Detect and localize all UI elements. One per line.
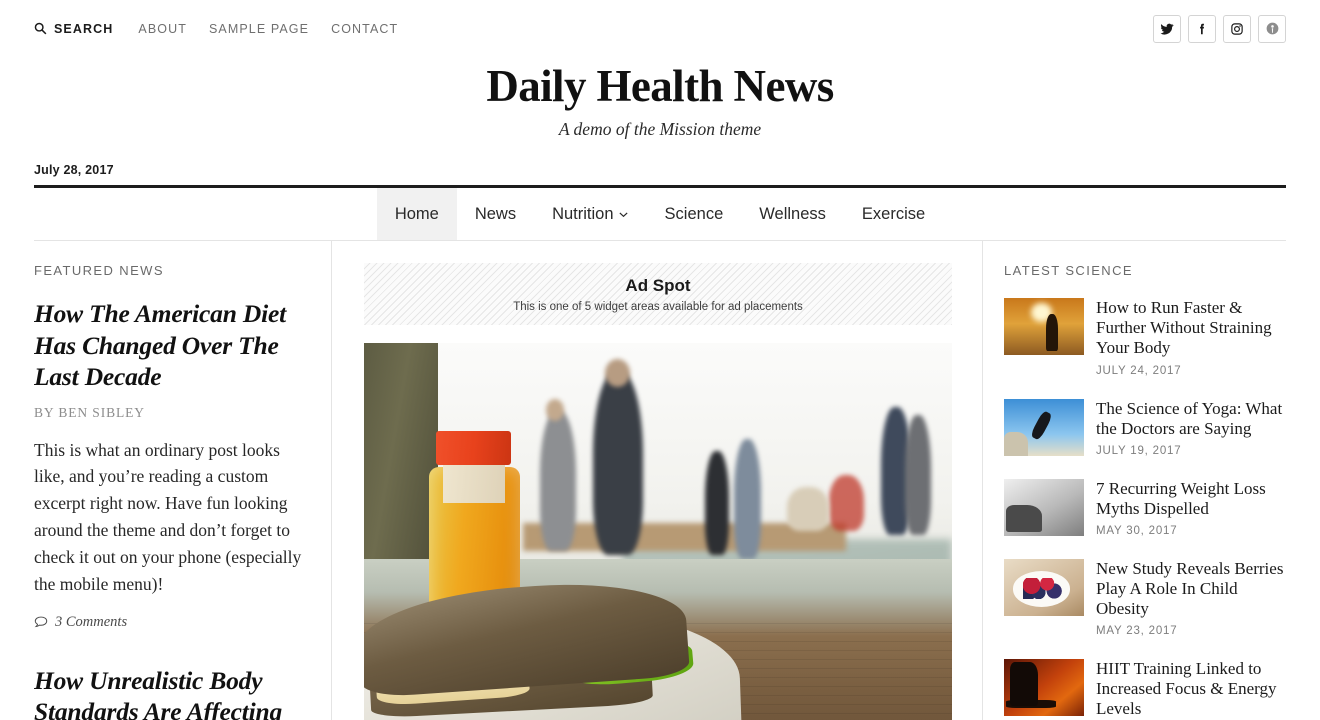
masthead: Daily Health News A demo of the Mission … bbox=[0, 57, 1320, 140]
comments-count: 3 Comments bbox=[55, 614, 128, 631]
thumbnail-image bbox=[1004, 558, 1084, 616]
thumbnail-image bbox=[1004, 298, 1084, 356]
list-item-title: New Study Reveals Berries Play A Role In… bbox=[1096, 558, 1284, 618]
hero-person bbox=[734, 439, 762, 560]
nav-item-label: Science bbox=[664, 204, 724, 223]
twitter-button[interactable] bbox=[1153, 14, 1181, 43]
nav-item-label: Exercise bbox=[861, 204, 926, 223]
article-byline: By Ben Sibley bbox=[34, 404, 145, 420]
podcast-button[interactable] bbox=[1258, 14, 1286, 43]
site-tagline: A demo of the Mission theme bbox=[558, 119, 762, 140]
nav-item-label: Home bbox=[394, 204, 439, 223]
featured-article: How Unrealistic Body Standards Are Affec… bbox=[34, 665, 303, 720]
list-item-date: May 30, 2017 bbox=[1096, 524, 1178, 537]
list-item-title: HIIT Training Linked to Increased Focus … bbox=[1096, 658, 1277, 718]
nav-item-exercise[interactable]: Exercise bbox=[844, 188, 943, 240]
ad-spot-title: Ad Spot bbox=[625, 275, 691, 295]
thumbnail-image bbox=[1004, 398, 1084, 456]
comment-bubble-icon bbox=[34, 616, 48, 629]
top-bar: Search About Sample Page Contact bbox=[0, 0, 1320, 57]
top-nav-item-about[interactable]: About bbox=[138, 22, 187, 36]
hero-image[interactable] bbox=[364, 343, 952, 720]
chevron-down-icon bbox=[618, 209, 629, 220]
article-title[interactable]: How The American Diet Has Changed Over T… bbox=[34, 298, 303, 391]
list-item[interactable]: New Study Reveals Berries Play A Role In… bbox=[1004, 558, 1286, 637]
page-root: Search About Sample Page Contact bbox=[0, 0, 1320, 720]
hero-person bbox=[828, 475, 864, 532]
list-item[interactable]: The Science of Yoga: What the Doctors ar… bbox=[1004, 398, 1286, 457]
article-excerpt: This is what an ordinary post looks like… bbox=[34, 439, 302, 594]
latest-science-heading: Latest Science bbox=[1004, 263, 1133, 279]
list-item[interactable]: 7 Recurring Weight Loss Myths Dispelled … bbox=[1004, 478, 1286, 537]
main-navigation: Home News Nutrition Science Wellness Exe… bbox=[34, 188, 1286, 242]
featured-article: How The American Diet Has Changed Over T… bbox=[34, 298, 303, 631]
date-row: July 28, 2017 bbox=[34, 161, 1286, 189]
podcast-icon bbox=[1265, 21, 1280, 36]
content-columns: Featured News How The American Diet Has … bbox=[34, 241, 1286, 720]
ad-spot-widget[interactable]: Ad Spot This is one of 5 widget areas av… bbox=[364, 263, 952, 326]
hero-person-head bbox=[605, 359, 630, 388]
thumbnail-image bbox=[1004, 658, 1084, 716]
list-item[interactable]: HIIT Training Linked to Increased Focus … bbox=[1004, 658, 1286, 720]
ad-spot-subtitle: This is one of 5 widget areas available … bbox=[513, 300, 803, 313]
list-item-title: The Science of Yoga: What the Doctors ar… bbox=[1096, 398, 1283, 438]
article-title[interactable]: How Unrealistic Body Standards Are Affec… bbox=[34, 665, 303, 720]
hero-person bbox=[904, 415, 931, 536]
main-column: Ad Spot This is one of 5 widget areas av… bbox=[332, 241, 982, 720]
search-button[interactable]: Search bbox=[34, 22, 113, 36]
facebook-icon bbox=[1195, 22, 1209, 36]
list-item-date: July 24, 2017 bbox=[1096, 364, 1182, 377]
nav-item-label: Nutrition bbox=[552, 204, 614, 223]
hero-person bbox=[593, 371, 644, 556]
list-item-title: 7 Recurring Weight Loss Myths Dispelled bbox=[1096, 478, 1266, 518]
instagram-icon bbox=[1230, 22, 1244, 36]
current-date: July 28, 2017 bbox=[34, 163, 114, 178]
article-separator bbox=[34, 631, 303, 665]
featured-news-heading: Featured News bbox=[34, 263, 164, 279]
hero-tree-trunk bbox=[364, 343, 438, 584]
thumbnail-image bbox=[1004, 478, 1084, 536]
latest-science-column: Latest Science How to Run Faster & Furth… bbox=[982, 241, 1286, 720]
top-nav-item-contact[interactable]: Contact bbox=[331, 22, 398, 36]
instagram-button[interactable] bbox=[1223, 14, 1251, 43]
hero-person bbox=[705, 451, 729, 556]
search-label: Search bbox=[54, 21, 114, 36]
search-icon bbox=[34, 22, 47, 35]
twitter-icon bbox=[1160, 22, 1174, 36]
article-comments-link[interactable]: 3 Comments bbox=[34, 614, 303, 631]
nav-item-label: News bbox=[474, 204, 517, 223]
nav-item-news[interactable]: News bbox=[457, 188, 534, 240]
list-item-date: May 23, 2017 bbox=[1096, 624, 1178, 637]
nav-item-label: Wellness bbox=[759, 204, 826, 223]
featured-news-column: Featured News How The American Diet Has … bbox=[34, 241, 332, 720]
hero-person bbox=[540, 411, 576, 552]
list-item[interactable]: How to Run Faster & Further Without Stra… bbox=[1004, 298, 1286, 377]
nav-item-nutrition[interactable]: Nutrition bbox=[534, 188, 646, 240]
nav-item-science[interactable]: Science bbox=[647, 188, 742, 240]
top-navigation: Search About Sample Page Contact bbox=[34, 22, 420, 36]
hero-bottle-cap bbox=[435, 431, 511, 466]
social-links bbox=[1153, 14, 1286, 43]
facebook-button[interactable] bbox=[1188, 14, 1216, 43]
hero-person bbox=[787, 487, 829, 532]
nav-item-wellness[interactable]: Wellness bbox=[741, 188, 844, 240]
nav-item-home[interactable]: Home bbox=[376, 188, 457, 241]
site-title[interactable]: Daily Health News bbox=[0, 61, 1320, 111]
list-item-date: July 19, 2017 bbox=[1096, 444, 1182, 457]
top-nav-item-sample-page[interactable]: Sample Page bbox=[209, 22, 309, 36]
list-item-title: How to Run Faster & Further Without Stra… bbox=[1096, 298, 1272, 358]
